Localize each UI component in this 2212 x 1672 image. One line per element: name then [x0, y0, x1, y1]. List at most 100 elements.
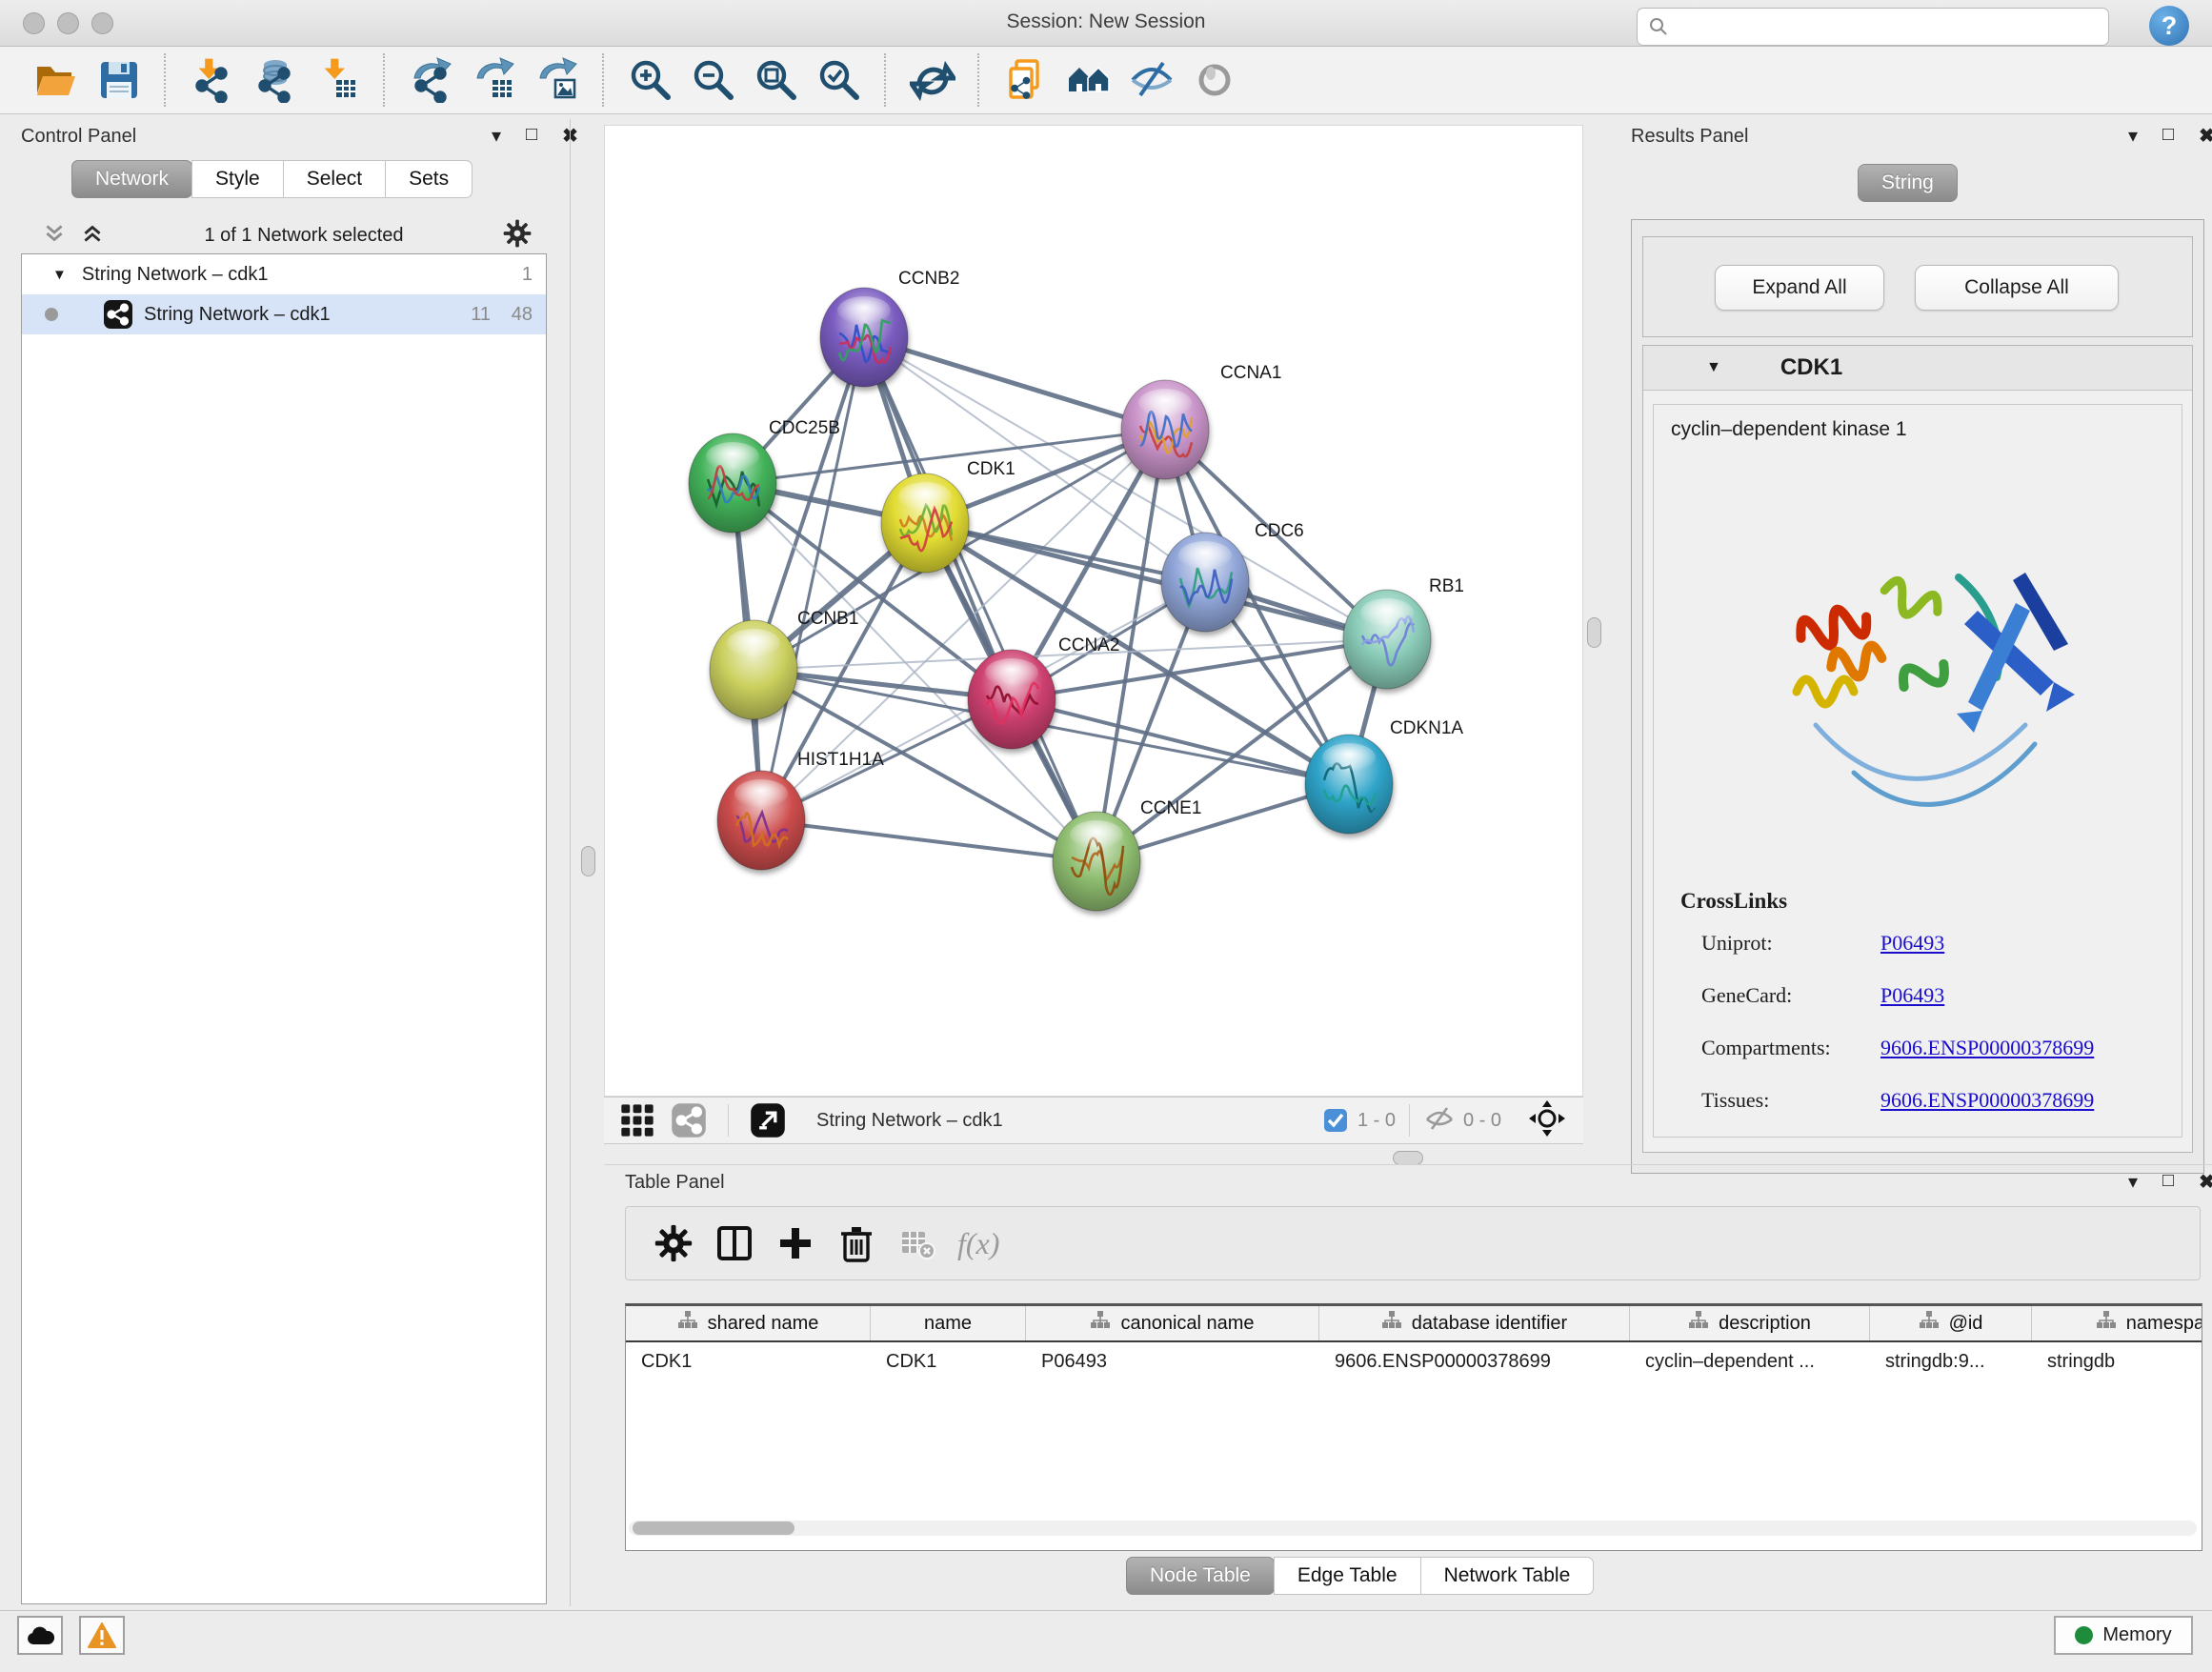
network-node-hist1h1a[interactable]: HIST1H1A — [717, 750, 884, 870]
table-settings-gear-icon[interactable] — [643, 1218, 704, 1269]
search-input[interactable] — [1670, 15, 2074, 39]
collapse-all-button[interactable]: Collapse All — [1915, 265, 2119, 311]
zoom-fit-button[interactable] — [745, 52, 808, 108]
column-header--id[interactable]: @id — [1870, 1306, 2032, 1340]
network-node-ccnb2[interactable]: CCNB2 — [820, 269, 959, 387]
panel-collapse-button[interactable]: ▾ — [492, 124, 501, 148]
tree-expander-icon[interactable]: ▼ — [52, 267, 67, 283]
crosslink-label: Uniprot: — [1701, 931, 1880, 956]
zoom-selected-button[interactable] — [808, 52, 871, 108]
toolbar-buttons — [25, 52, 1246, 108]
crosslink-link[interactable]: P06493 — [1880, 983, 1944, 1007]
crosslink-link[interactable]: 9606.ENSP00000378699 — [1880, 1088, 2094, 1112]
export-table-button[interactable] — [463, 52, 526, 108]
control-panel-tabs: NetworkStyleSelectSets — [71, 160, 473, 198]
expand-all-button[interactable]: Expand All — [1715, 265, 1884, 311]
column-label: namespace — [2126, 1313, 2202, 1335]
table-float-button[interactable]: □ — [2162, 1170, 2174, 1194]
import-database-icon — [252, 57, 298, 103]
crosslink-link[interactable]: 9606.ENSP00000378699 — [1880, 1036, 2094, 1059]
tab-sets[interactable]: Sets — [385, 160, 473, 198]
table-horizontal-scrollbar[interactable] — [629, 1521, 2197, 1536]
hidden-eye-icon[interactable] — [1423, 1104, 1456, 1138]
fit-content-crosshair-icon[interactable] — [1528, 1099, 1566, 1142]
zoom-in-button[interactable] — [619, 52, 682, 108]
section-expander-icon[interactable]: ▼ — [1706, 359, 1721, 376]
gear-icon[interactable] — [503, 219, 532, 252]
tab-style[interactable]: Style — [191, 160, 284, 198]
cdk1-section-header[interactable]: ▼ CDK1 — [1643, 346, 2192, 391]
save-session-button[interactable] — [88, 52, 151, 108]
selected-checkbox[interactable] — [1323, 1108, 1348, 1133]
zoom-out-button[interactable] — [682, 52, 745, 108]
memory-status-dot — [2075, 1626, 2093, 1644]
import-network-from-database-button[interactable] — [244, 52, 307, 108]
results-tab-string[interactable]: String — [1858, 164, 1958, 202]
right-splitter-handle[interactable] — [1587, 617, 1601, 648]
import-table-button[interactable] — [307, 52, 370, 108]
open-in-window-icon[interactable] — [742, 1095, 794, 1146]
tab-edge-table[interactable]: Edge Table — [1274, 1557, 1421, 1595]
first-neighbors-button[interactable] — [1057, 52, 1120, 108]
crosslink-label: GeneCard: — [1701, 983, 1880, 1008]
save-icon — [96, 57, 142, 103]
results-float-button[interactable]: □ — [2162, 124, 2174, 148]
panel-float-button[interactable]: □ — [526, 124, 537, 148]
function-builder-icon: f(x) — [957, 1226, 999, 1261]
scrollbar-thumb[interactable] — [633, 1521, 794, 1535]
network-node-rb1[interactable]: RB1 — [1343, 576, 1464, 689]
network-birdseye-icon[interactable] — [663, 1095, 714, 1146]
help-button[interactable]: ? — [2149, 6, 2189, 46]
crosslink-link[interactable]: P06493 — [1880, 931, 1944, 955]
show-all-button[interactable] — [1183, 52, 1246, 108]
open-file-button[interactable] — [25, 52, 88, 108]
node-table: shared namenamecanonical namedatabase id… — [625, 1303, 2202, 1551]
network-tree-collection-row[interactable]: ▼ String Network – cdk1 1 — [22, 254, 546, 294]
expand-all-tree-icon[interactable] — [80, 221, 105, 251]
network-node-ccnb1[interactable]: CCNB1 — [710, 609, 858, 719]
network-node-cdkn1a[interactable]: CDKN1A — [1305, 718, 1463, 834]
toolbar-separator — [602, 53, 606, 107]
table-collapse-button[interactable]: ▾ — [2128, 1170, 2138, 1194]
search-icon — [1647, 15, 1670, 38]
column-header-canonical-name[interactable]: canonical name — [1026, 1306, 1319, 1340]
network-tree-network-row[interactable]: String Network – cdk1 11 48 — [22, 294, 546, 334]
memory-button[interactable]: Memory — [2054, 1616, 2193, 1655]
column-header-database-identifier[interactable]: database identifier — [1319, 1306, 1630, 1340]
results-collapse-button[interactable]: ▾ — [2128, 124, 2138, 148]
results-close-button[interactable]: ✖ — [2199, 124, 2212, 148]
add-column-icon[interactable] — [765, 1218, 826, 1269]
import-network-from-file-button[interactable] — [181, 52, 244, 108]
tab-select[interactable]: Select — [283, 160, 386, 198]
tab-network-table[interactable]: Network Table — [1420, 1557, 1595, 1595]
show-columns-icon[interactable] — [704, 1218, 765, 1269]
hide-selected-button[interactable] — [1120, 52, 1183, 108]
network-node-cdk1[interactable]: CDK1 — [881, 459, 1016, 573]
node-gloss — [898, 482, 952, 511]
left-splitter-handle[interactable] — [581, 846, 595, 876]
tab-network[interactable]: Network — [71, 160, 192, 198]
collapse-all-tree-icon[interactable] — [42, 221, 67, 251]
table-row[interactable]: CDK1CDK1P064939606.ENSP00000378699cyclin… — [626, 1342, 2202, 1380]
column-header-shared-name[interactable]: shared name — [626, 1306, 871, 1340]
column-header-description[interactable]: description — [1630, 1306, 1870, 1340]
bottom-splitter-handle[interactable] — [1393, 1151, 1423, 1165]
refresh-view-button[interactable] — [901, 52, 964, 108]
export-network-button[interactable] — [400, 52, 463, 108]
delete-column-trash-icon[interactable] — [826, 1218, 887, 1269]
column-label: @id — [1949, 1313, 1983, 1335]
column-header-name[interactable]: name — [871, 1306, 1026, 1340]
control-panel-controls: ▾ □ ✖ — [467, 124, 578, 148]
tab-node-table[interactable]: Node Table — [1126, 1557, 1275, 1595]
warning-status-button[interactable] — [79, 1616, 125, 1655]
grid-view-icon[interactable] — [612, 1095, 663, 1146]
search-box[interactable] — [1637, 8, 2109, 46]
cloud-status-button[interactable] — [17, 1616, 63, 1655]
network-canvas[interactable]: CCNB2 CCNA1 CDC25B CDK1 CDC6 RB1 CCNB1 C… — [604, 125, 1583, 1097]
export-image-button[interactable] — [526, 52, 589, 108]
duplicate-network-button[interactable] — [995, 52, 1057, 108]
table-close-button[interactable]: ✖ — [2199, 1170, 2212, 1194]
import-network-icon — [190, 57, 235, 103]
current-network-title: String Network – cdk1 — [816, 1110, 1003, 1132]
column-header-namespace[interactable]: namespace — [2032, 1306, 2202, 1340]
